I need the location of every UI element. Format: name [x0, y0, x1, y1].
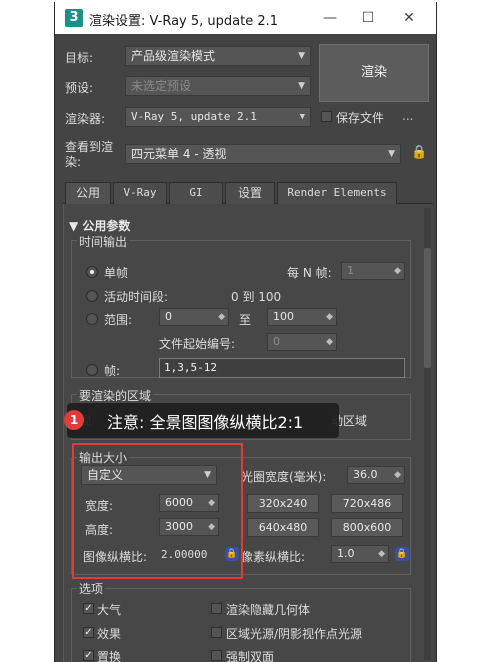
file-start-label: 文件起始编号: [159, 337, 236, 351]
pixel-aspect-label: 像素纵横比: [241, 550, 306, 564]
frames-label: 帧: [104, 364, 121, 378]
every-n-label: 每 N 帧: [287, 266, 332, 280]
target-label: 目标: [65, 51, 94, 65]
time-output-title: 时间输出 [77, 233, 130, 250]
frames-radio[interactable] [86, 364, 98, 376]
chevron-down-icon: ▼ [388, 149, 395, 159]
more-button[interactable]: ... [402, 109, 413, 123]
view-to-render-label: 查看到渲染: [65, 140, 114, 169]
frames-input[interactable]: 1,3,5-12 [159, 358, 405, 378]
preset-value: 未选定预设 [131, 79, 192, 93]
active-segment-label: 活动时间段: [104, 290, 169, 304]
save-file-label: 保存文件 [336, 111, 385, 125]
target-dropdown[interactable]: 产品级渲染模式 ▼ [125, 46, 311, 66]
area-to-render-title: 要渲染的区域 [77, 387, 154, 404]
renderer-dropdown[interactable]: V-Ray 5, update 2.1 ▼ [125, 107, 311, 127]
lock-icon[interactable]: 🔒 [411, 145, 427, 160]
preset-dropdown[interactable]: 未选定预设 ▼ [125, 76, 311, 96]
tab-settings[interactable]: 设置 [225, 182, 275, 204]
tab-bar: 公用 V-Ray GI 设置 Render Elements [63, 182, 433, 205]
panel-scrollbar[interactable] [424, 208, 431, 660]
minimize-button[interactable]: — [319, 7, 341, 29]
chevron-down-icon: ▼ [298, 81, 305, 91]
single-frame-label: 单帧 [104, 266, 129, 280]
effects-label: 效果 [97, 627, 122, 641]
range-to-label: 至 [239, 313, 252, 327]
common-parameters-rollout[interactable]: ▼ 公用参数 [69, 217, 130, 234]
area-lights-checkbox[interactable] [211, 627, 222, 638]
file-start-field[interactable]: 0 ◆ [267, 333, 337, 351]
preset-label: 预设: [65, 81, 94, 95]
view-to-render-value: 四元菜单 4 - 透视 [131, 147, 227, 161]
preset-320x240-button[interactable]: 320x240 [247, 494, 319, 513]
atmosphere-checkbox[interactable]: ✓ [83, 603, 94, 614]
range-label: 范围: [104, 313, 133, 327]
output-size-highlight-box [72, 443, 243, 579]
aperture-width-label: 光圈宽度(毫米): [241, 470, 327, 484]
window-title: 渲染设置: V-Ray 5, update 2.1 [89, 14, 279, 29]
annotation-tooltip: 注意: 全景图图像纵横比2:1 [67, 403, 339, 438]
preset-640x480-button[interactable]: 640x480 [247, 518, 319, 537]
active-range-value: 0 到 100 [231, 290, 282, 304]
chevron-down-icon: ▼ [299, 112, 305, 122]
tab-render-elements[interactable]: Render Elements [277, 182, 397, 204]
active-segment-radio[interactable] [86, 290, 98, 302]
aperture-width-field[interactable]: 36.0 ◆ [347, 466, 405, 484]
close-button[interactable]: ✕ [398, 7, 420, 29]
target-value: 产品级渲染模式 [131, 49, 216, 63]
range-to-field[interactable]: 100 ◆ [267, 308, 337, 326]
area-lights-label: 区域光源/阴影视作点光源 [226, 627, 363, 641]
displacement-label: 置换 [97, 650, 122, 662]
render-button[interactable]: 渲染 [319, 44, 429, 102]
scrollbar-thumb[interactable] [424, 248, 431, 368]
tab-gi[interactable]: GI [169, 182, 223, 204]
displacement-checkbox[interactable]: ✓ [83, 650, 94, 661]
app-logo-icon: 3 [65, 9, 83, 27]
force-double-label: 强制双面 [226, 650, 275, 662]
view-to-render-dropdown[interactable]: 四元菜单 4 - 透视 ▼ [125, 144, 401, 164]
preset-720x486-button[interactable]: 720x486 [331, 494, 403, 513]
render-hidden-label: 渲染隐藏几何体 [226, 603, 311, 617]
single-frame-radio[interactable] [86, 266, 98, 278]
every-n-field[interactable]: 1 ◆ [341, 262, 405, 280]
save-file-checkbox[interactable] [321, 111, 332, 122]
pixel-aspect-lock-icon[interactable]: 🔒 [395, 547, 409, 561]
tab-common[interactable]: 公用 [65, 182, 111, 205]
range-from-field[interactable]: 0 ◆ [159, 308, 229, 326]
atmosphere-label: 大气 [97, 603, 122, 617]
annotation-text: 注意: 全景图图像纵横比2:1 [107, 413, 304, 432]
renderer-value: V-Ray 5, update 2.1 [131, 110, 257, 123]
renderer-label: 渲染器: [65, 112, 106, 126]
preset-800x600-button[interactable]: 800x600 [331, 518, 403, 537]
maximize-button[interactable]: ☐ [357, 7, 379, 29]
render-hidden-checkbox[interactable] [211, 603, 222, 614]
range-radio[interactable] [86, 313, 98, 325]
chevron-down-icon: ▼ [298, 51, 305, 61]
tab-vray[interactable]: V-Ray [113, 182, 167, 204]
annotation-number-badge: 1 [64, 410, 84, 430]
title-bar: 3 渲染设置: V-Ray 5, update 2.1 — ☐ ✕ [55, 2, 436, 34]
effects-checkbox[interactable]: ✓ [83, 627, 94, 638]
pixel-aspect-field[interactable]: 1.0 ◆ [331, 545, 389, 563]
force-double-checkbox[interactable] [211, 650, 222, 661]
options-title: 选项 [77, 580, 106, 597]
